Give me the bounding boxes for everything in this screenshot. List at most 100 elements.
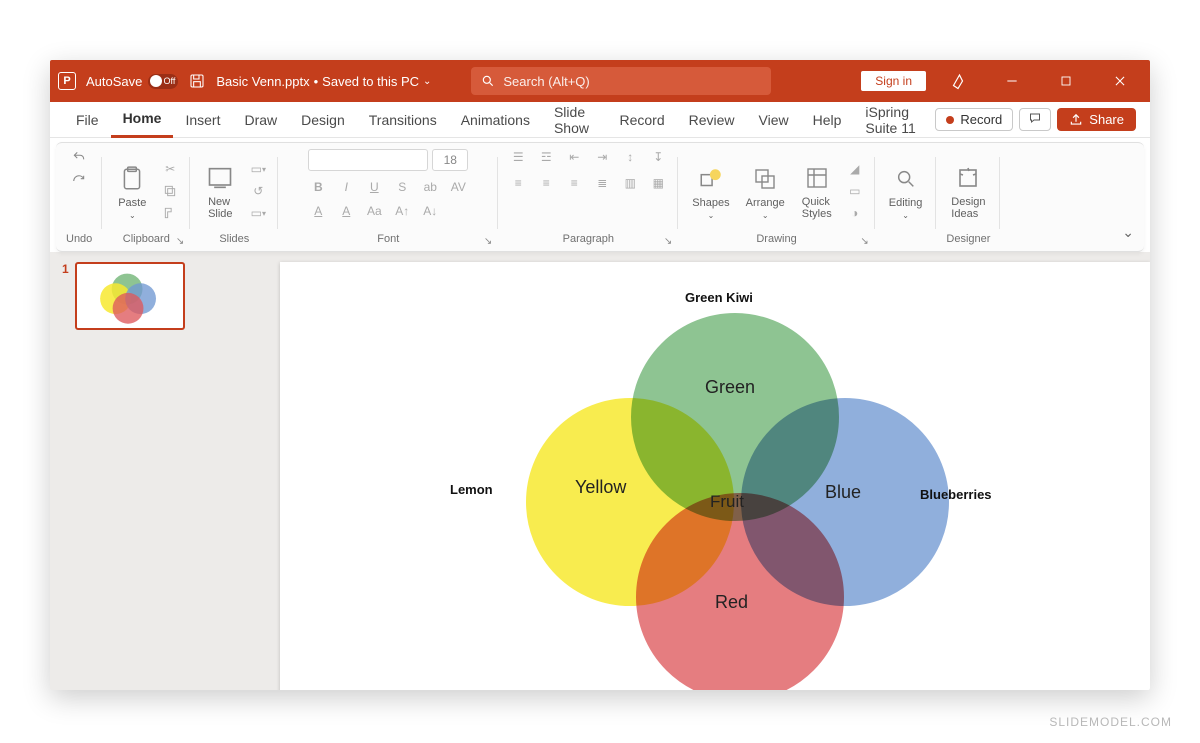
minimize-button[interactable]	[990, 60, 1034, 102]
new-slide-button[interactable]: New Slide	[200, 160, 240, 222]
align-left-button[interactable]: ≡	[508, 175, 528, 191]
workspace: 1 Green Y	[50, 252, 1150, 690]
tab-design[interactable]: Design	[289, 102, 357, 138]
section-button[interactable]: ▭▾	[248, 205, 268, 221]
drawing-launcher-icon[interactable]: ↘	[860, 236, 868, 247]
ribbon-group-paragraph: ☰ ☲ ⇤ ⇥ ↕ ↧ ≡ ≡ ≡ ≣ ▥ ▦ Paragraph ↘	[498, 143, 678, 251]
align-right-button[interactable]: ≡	[564, 175, 584, 191]
autosave-switch[interactable]: Off	[148, 74, 178, 89]
paste-button[interactable]: Paste ⌄	[112, 161, 152, 222]
slide-canvas-area[interactable]: Green Yellow Blue Red Fruit Green Kiwi L…	[240, 252, 1150, 690]
outer-label-green: Green Kiwi	[685, 290, 753, 305]
venn-diagram: Green Yellow Blue Red Fruit Green Kiwi L…	[440, 282, 1000, 690]
shape-outline-button[interactable]: ▭	[845, 183, 865, 199]
search-input[interactable]: Search (Alt+Q)	[471, 67, 771, 95]
label-center: Fruit	[710, 492, 744, 512]
save-button[interactable]	[188, 72, 206, 90]
shadow-button[interactable]: S	[392, 179, 412, 195]
indent-dec-button[interactable]: ⇤	[564, 149, 584, 165]
coming-soon-icon[interactable]	[936, 60, 980, 102]
layout-button[interactable]: ▭▾	[248, 161, 268, 177]
powerpoint-window: P AutoSave Off Basic Venn.pptx • Saved t…	[50, 60, 1150, 690]
title-bar: P AutoSave Off Basic Venn.pptx • Saved t…	[50, 60, 1150, 102]
autosave-label: AutoSave	[86, 74, 142, 89]
numbering-button[interactable]: ☲	[536, 149, 556, 165]
slide-thumbnails-panel: 1	[50, 252, 240, 690]
document-title[interactable]: Basic Venn.pptx • Saved to this PC ⌄	[216, 74, 431, 89]
label-yellow: Yellow	[575, 477, 626, 498]
align-center-button[interactable]: ≡	[536, 175, 556, 191]
arrange-button[interactable]: Arrange⌄	[742, 161, 789, 222]
line-spacing-button[interactable]: ↕	[620, 149, 640, 165]
tab-slideshow[interactable]: Slide Show	[542, 102, 608, 138]
clipboard-launcher-icon[interactable]: ↘	[176, 236, 184, 247]
shape-fill-button[interactable]: ◢	[845, 161, 865, 177]
powerpoint-app-icon: P	[58, 72, 76, 90]
change-case-button[interactable]: Aa	[364, 203, 384, 219]
chevron-down-icon: ⌄	[423, 76, 431, 87]
tab-draw[interactable]: Draw	[232, 102, 289, 138]
tab-animations[interactable]: Animations	[449, 102, 542, 138]
tab-record[interactable]: Record	[607, 102, 676, 138]
tab-view[interactable]: View	[747, 102, 801, 138]
char-spacing-button[interactable]: AV	[448, 179, 468, 195]
copy-button[interactable]	[160, 183, 180, 199]
ribbon-group-drawing: Shapes⌄ Arrange⌄ Quick Styles ◢ ▭ ◑ Draw…	[678, 143, 874, 251]
ribbon-group-undo: Undo	[56, 143, 102, 251]
venn-circle-red[interactable]	[635, 492, 845, 690]
bold-button[interactable]: B	[308, 179, 328, 195]
undo-button[interactable]	[69, 149, 89, 165]
design-ideas-button[interactable]: Design Ideas	[947, 160, 989, 222]
shape-effects-button[interactable]: ◑	[845, 205, 865, 221]
strike-button[interactable]: ab	[420, 179, 440, 195]
convert-smartart-button[interactable]: ▦	[648, 175, 668, 191]
tab-review[interactable]: Review	[677, 102, 747, 138]
tab-home[interactable]: Home	[111, 102, 174, 138]
reset-button[interactable]: ↺	[248, 183, 268, 199]
tab-help[interactable]: Help	[801, 102, 854, 138]
tab-transitions[interactable]: Transitions	[357, 102, 449, 138]
columns-button[interactable]: ▥	[620, 175, 640, 191]
quick-styles-button[interactable]: Quick Styles	[797, 160, 837, 222]
ribbon-group-designer: Design Ideas Designer	[936, 143, 1000, 251]
italic-button[interactable]: I	[336, 179, 356, 195]
format-painter-button[interactable]	[160, 205, 180, 221]
tab-file[interactable]: File	[64, 102, 111, 138]
decrease-font-button[interactable]: A↓	[420, 203, 440, 219]
autosave-toggle[interactable]: AutoSave Off	[86, 74, 178, 89]
comments-button[interactable]	[1019, 108, 1051, 131]
label-red: Red	[715, 592, 748, 613]
slide-thumbnail-1[interactable]: 1	[62, 262, 228, 330]
close-button[interactable]	[1098, 60, 1142, 102]
font-color-button[interactable]: A	[308, 203, 328, 219]
redo-button[interactable]	[69, 173, 89, 189]
bullets-button[interactable]: ☰	[508, 149, 528, 165]
justify-button[interactable]: ≣	[592, 175, 612, 191]
tab-insert[interactable]: Insert	[173, 102, 232, 138]
tab-ispring[interactable]: iSpring Suite 11	[853, 102, 935, 138]
increase-font-button[interactable]: A↑	[392, 203, 412, 219]
cut-button[interactable]: ✂	[160, 161, 180, 177]
collapse-ribbon-button[interactable]: ⌄	[1122, 224, 1134, 241]
record-button[interactable]: Record	[935, 108, 1013, 131]
shapes-button[interactable]: Shapes⌄	[688, 161, 733, 222]
indent-inc-button[interactable]: ⇥	[592, 149, 612, 165]
font-size-input[interactable]: 18	[432, 149, 468, 171]
underline-button[interactable]: U	[364, 179, 384, 195]
record-dot-icon	[946, 116, 954, 124]
outer-label-blue: Blueberries	[920, 487, 992, 502]
font-name-input[interactable]	[308, 149, 428, 171]
share-button[interactable]: Share	[1057, 108, 1136, 131]
editing-button[interactable]: Editing⌄	[885, 161, 927, 222]
maximize-button[interactable]	[1044, 60, 1088, 102]
highlight-button[interactable]: A	[336, 203, 356, 219]
label-blue: Blue	[825, 482, 861, 503]
paragraph-launcher-icon[interactable]: ↘	[664, 236, 672, 247]
ribbon-group-clipboard: Paste ⌄ ✂ Clipboard ↘	[102, 143, 190, 251]
font-launcher-icon[interactable]: ↘	[484, 236, 492, 247]
signin-button[interactable]: Sign in	[861, 71, 926, 91]
text-direction-button[interactable]: ↧	[648, 149, 668, 165]
ribbon-group-font: 18 B I U S ab AV A A Aa A↑ A↓ Fo	[278, 143, 498, 251]
label-green: Green	[705, 377, 755, 398]
slide-1[interactable]: Green Yellow Blue Red Fruit Green Kiwi L…	[280, 262, 1150, 690]
